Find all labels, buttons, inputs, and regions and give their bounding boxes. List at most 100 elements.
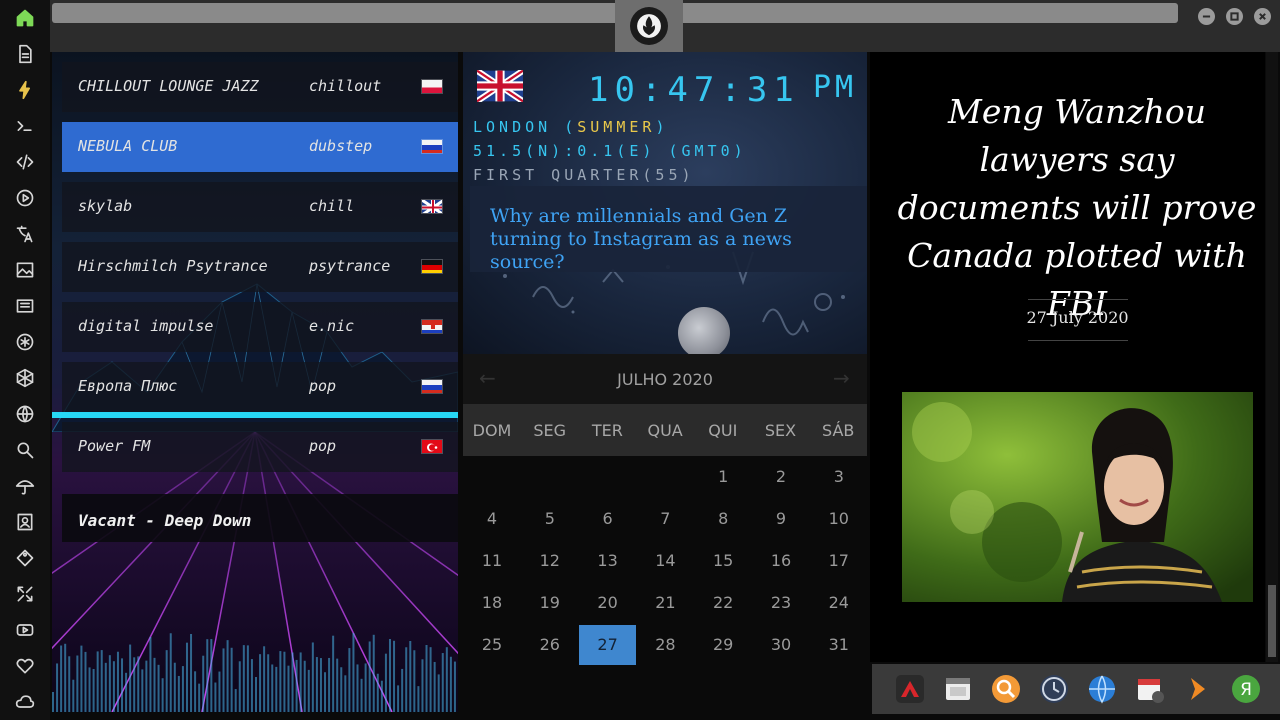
- calendar-day[interactable]: 24: [810, 583, 867, 623]
- spectrum-bar: [177, 675, 180, 712]
- spectrum-bar: [145, 660, 148, 712]
- news-scrollbar[interactable]: [1266, 52, 1278, 662]
- lightning-icon[interactable]: [13, 78, 37, 102]
- expand-icon[interactable]: [13, 582, 37, 606]
- terminal-icon[interactable]: [13, 114, 37, 138]
- spectrum-bar: [108, 655, 111, 712]
- home-icon[interactable]: [13, 6, 37, 30]
- calendar-day[interactable]: 11: [464, 541, 521, 581]
- calendar-day[interactable]: 23: [753, 583, 810, 623]
- station-row[interactable]: digital impulse e.nic: [62, 302, 458, 352]
- forward-icon[interactable]: [1181, 672, 1215, 706]
- globe-icon[interactable]: [13, 402, 37, 426]
- calendar-day[interactable]: 3: [810, 457, 867, 497]
- calendar-icon[interactable]: [1133, 672, 1167, 706]
- maximize-button[interactable]: [1226, 8, 1243, 25]
- spectrum-bar: [255, 677, 257, 712]
- calendar-day[interactable]: 10: [810, 499, 867, 539]
- calendar-day[interactable]: 8: [695, 499, 752, 539]
- station-row[interactable]: Hirschmilch Psytrance psytrance: [62, 242, 458, 292]
- calendar-day-today[interactable]: 27: [579, 625, 637, 665]
- clock-time: 10:47:31: [588, 70, 800, 110]
- calendar-day[interactable]: 1: [695, 457, 752, 497]
- contacts-icon[interactable]: [13, 510, 37, 534]
- calendar-day[interactable]: 13: [579, 541, 636, 581]
- calendar-day[interactable]: 20: [579, 583, 636, 623]
- station-genre: dubstep: [309, 137, 373, 155]
- news-headline[interactable]: Meng Wanzhou lawyers say documents will …: [892, 88, 1262, 328]
- calendar-day[interactable]: 30: [753, 625, 810, 665]
- hexagon-icon[interactable]: [13, 366, 37, 390]
- calendar-day[interactable]: 15: [695, 541, 752, 581]
- spectrum-bar: [453, 661, 456, 712]
- search-icon[interactable]: [13, 438, 37, 462]
- calendar-weekday-row: DOM SEG TER QUA QUI SEX SÁB: [463, 404, 867, 456]
- calendar-day[interactable]: 21: [637, 583, 694, 623]
- station-row[interactable]: Power FM pop: [62, 422, 458, 472]
- clock-icon[interactable]: [1037, 672, 1071, 706]
- calendar-day[interactable]: 17: [810, 541, 867, 581]
- flag-de-icon: [421, 259, 443, 274]
- yandex-icon[interactable]: Я: [1229, 672, 1263, 706]
- station-row[interactable]: skylab chill: [62, 182, 458, 232]
- station-row[interactable]: Европа Плюс pop: [62, 362, 458, 412]
- spectrum-bar: [287, 665, 290, 712]
- calendar-day[interactable]: 18: [464, 583, 521, 623]
- play-icon[interactable]: [13, 186, 37, 210]
- calendar-day[interactable]: 6: [579, 499, 636, 539]
- news-tip-card[interactable]: Why are millennials and Gen Z turning to…: [470, 186, 867, 273]
- calendar-day[interactable]: 12: [521, 541, 578, 581]
- spectrum-bar: [165, 650, 168, 712]
- calendar-day[interactable]: 29: [695, 625, 752, 665]
- calendar-day[interactable]: 31: [810, 625, 867, 665]
- document-icon[interactable]: [13, 42, 37, 66]
- translate-icon[interactable]: [13, 222, 37, 246]
- station-row[interactable]: NEBULA CLUB dubstep: [62, 122, 458, 172]
- calendar-day[interactable]: 25: [464, 625, 521, 665]
- spectrum-bar: [190, 633, 193, 712]
- umbrella-icon[interactable]: [13, 474, 37, 498]
- calendar-day[interactable]: 4: [464, 499, 521, 539]
- station-name: skylab: [78, 197, 133, 215]
- calendar-day[interactable]: 5: [521, 499, 578, 539]
- next-month-arrow-icon[interactable]: →: [833, 366, 850, 390]
- spectrum-bar: [198, 683, 201, 712]
- calendar-day[interactable]: 16: [753, 541, 810, 581]
- calendar-day[interactable]: 22: [695, 583, 752, 623]
- calendar-day[interactable]: 2: [753, 457, 810, 497]
- calendar-day[interactable]: 26: [521, 625, 578, 665]
- spectrum-bar: [437, 674, 440, 712]
- spectrum-bar: [202, 655, 205, 712]
- news-scrollbar-thumb[interactable]: [1268, 585, 1276, 657]
- station-name: CHILLOUT LOUNGE JAZZ: [78, 77, 259, 95]
- youtube-icon[interactable]: [13, 618, 37, 642]
- calendar-day[interactable]: 7: [637, 499, 694, 539]
- spectrum-bar: [401, 668, 404, 712]
- tag-icon[interactable]: [13, 546, 37, 570]
- calendar-day[interactable]: 14: [637, 541, 694, 581]
- news-icon[interactable]: [13, 294, 37, 318]
- spectrum-bar: [84, 651, 87, 712]
- calendar-day[interactable]: 19: [521, 583, 578, 623]
- search-icon[interactable]: [989, 672, 1023, 706]
- clock-location: LONDON (SUMMER): [473, 118, 669, 136]
- logo-tab[interactable]: [615, 0, 683, 52]
- calendar-day[interactable]: 28: [637, 625, 694, 665]
- moon-icon: [678, 307, 730, 354]
- asterisk-icon[interactable]: [13, 330, 37, 354]
- heart-icon[interactable]: [13, 654, 37, 678]
- globe-icon[interactable]: [1085, 672, 1119, 706]
- spectrum-bar: [315, 657, 318, 712]
- ark-icon[interactable]: [893, 672, 927, 706]
- side-navigation-rail: [0, 0, 50, 720]
- spectrum-bar: [173, 662, 176, 712]
- minimize-button[interactable]: [1198, 8, 1215, 25]
- spectrum-bar: [242, 645, 245, 712]
- calendar-day[interactable]: 9: [753, 499, 810, 539]
- image-icon[interactable]: [13, 258, 37, 282]
- station-row[interactable]: CHILLOUT LOUNGE JAZZ chillout: [62, 62, 458, 112]
- cloud-icon[interactable]: [13, 690, 37, 714]
- calendar-ical-icon[interactable]: [941, 672, 975, 706]
- code-icon[interactable]: [13, 150, 37, 174]
- close-button[interactable]: [1254, 8, 1271, 25]
